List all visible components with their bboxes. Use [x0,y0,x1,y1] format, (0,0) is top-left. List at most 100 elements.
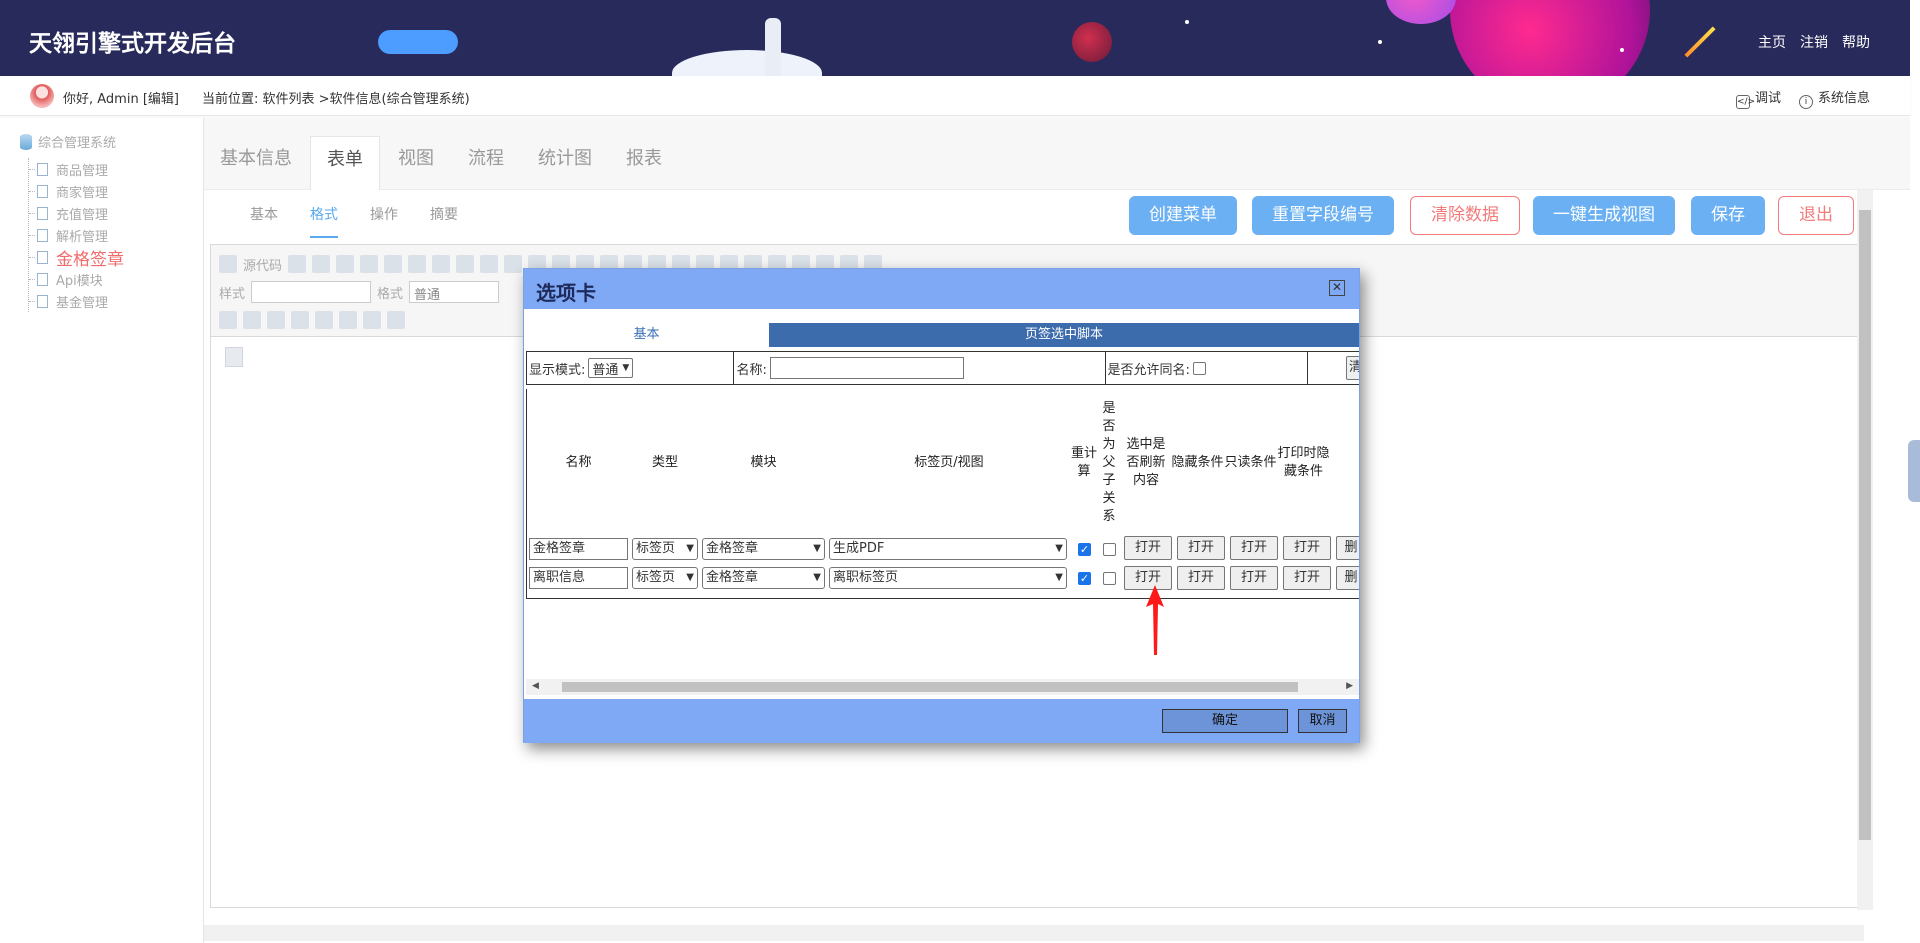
toolbar-row-3 [219,307,405,333]
clear-button[interactable]: 清 [1346,356,1359,380]
undo-icon[interactable] [480,255,499,273]
allow-same-name-label: 是否允许同名: [1107,362,1190,378]
subtab-action[interactable]: 操作 [370,204,398,224]
subtab-basic[interactable]: 基本 [250,204,278,224]
row-name-input[interactable]: 金格签章 [529,538,628,560]
row-view-select[interactable]: 离职标签页 ▼ [829,567,1067,589]
row-module-select[interactable]: 金格签章 ▼ [702,538,825,560]
date-field-icon[interactable] [339,311,357,329]
create-menu-button[interactable]: 创建菜单 [1129,196,1237,235]
recalc-checkbox[interactable]: ✓ [1078,542,1091,556]
cancel-button[interactable]: 取消 [1298,709,1347,733]
horizontal-scrollbar[interactable] [204,925,1864,941]
tab-form[interactable]: 表单 [310,136,380,190]
tab-view[interactable]: 视图 [382,136,450,190]
tree-item-fund[interactable]: 基金管理 [29,290,124,312]
nav-logout[interactable]: 注销 [1800,32,1828,52]
app-title: 天翎引擎式开发后台 [29,31,236,57]
redo-icon[interactable] [504,255,523,273]
row-name-input[interactable]: 离职信息 [529,567,628,589]
col-header-parent-child: 是否为父子关系 [1102,401,1116,524]
readonly-open-button[interactable]: 打开 [1230,566,1278,590]
tab-stats[interactable]: 统计图 [522,136,608,190]
tree-root[interactable]: 综合管理系统 [20,132,116,151]
style-select[interactable] [251,281,372,303]
tree-item-parse[interactable]: 解析管理 [29,224,124,246]
scroll-thumb[interactable] [1859,210,1871,840]
dialog-tab-basic[interactable]: 基本 [524,323,769,347]
scroll-thumb[interactable] [562,682,1298,692]
parent-child-checkbox[interactable] [1103,571,1116,585]
cut-icon[interactable] [360,255,379,273]
print-hide-open-button[interactable]: 打开 [1283,566,1331,590]
row-module-select[interactable]: 金格签章 ▼ [702,567,825,589]
bank-field-icon[interactable] [387,311,405,329]
print-hide-open-button[interactable]: 打开 [1283,536,1331,560]
copy-icon[interactable] [384,255,403,273]
checkbox-field-icon[interactable] [219,311,237,329]
parent-child-checkbox[interactable] [1103,542,1116,556]
tree-item-merchants[interactable]: 商家管理 [29,180,124,202]
save-button[interactable]: 保存 [1691,196,1765,235]
col-header-module: 模块 [750,455,777,470]
tree-item-api[interactable]: Api模块 [29,268,124,290]
format-select[interactable]: 普通 [409,281,500,303]
hide-open-button[interactable]: 打开 [1177,566,1225,590]
scroll-right-icon[interactable]: ▶ [1346,681,1353,691]
subtab-summary[interactable]: 摘要 [430,204,458,224]
chevron-down-icon: ▼ [813,543,821,554]
generate-view-button[interactable]: 一键生成视图 [1533,196,1675,235]
tree-root-label: 综合管理系统 [38,136,117,151]
tab-report[interactable]: 报表 [610,136,678,190]
scroll-left-icon[interactable]: ◀ [532,681,539,691]
clear-data-button[interactable]: 清除数据 [1410,196,1520,235]
chevron-down-icon: ▼ [686,572,694,583]
ok-button[interactable]: 确定 [1162,709,1288,733]
tab-basic-info[interactable]: 基本信息 [204,136,308,190]
avatar[interactable] [30,84,54,108]
paste-word-icon[interactable] [456,255,475,273]
template-icon[interactable] [336,255,355,273]
allow-same-name-checkbox[interactable] [1192,361,1206,375]
source-code-button[interactable]: 源代码 [243,255,282,274]
text-field-icon[interactable] [267,311,285,329]
vertical-scrollbar[interactable] [1857,190,1873,910]
nav-home[interactable]: 主页 [1758,32,1786,52]
textarea-field-icon[interactable] [291,311,309,329]
subtab-format[interactable]: 格式 [310,204,338,238]
greeting[interactable]: 你好, Admin [编辑] [63,88,179,107]
refresh-open-button[interactable]: 打开 [1124,536,1172,560]
row-type-select[interactable]: 标签页 ▼ [632,538,698,560]
close-icon[interactable]: ✕ [1329,280,1345,296]
display-mode-select[interactable]: 普通 ▼ [588,358,634,378]
tab-flow[interactable]: 流程 [452,136,520,190]
reset-field-number-button[interactable]: 重置字段编号 [1252,196,1394,235]
dialog-horizontal-scrollbar[interactable]: ◀ ▶ [526,679,1359,695]
recalc-checkbox[interactable]: ✓ [1078,571,1091,585]
paste-text-icon[interactable] [432,255,451,273]
sysinfo-link[interactable]: i 系统信息 [1798,87,1870,109]
row-type-select[interactable]: 标签页 ▼ [632,567,698,589]
readonly-open-button[interactable]: 打开 [1230,536,1278,560]
table-row: 金格签章 [529,537,628,561]
tree-item-signature[interactable]: 金格签章 [29,246,124,270]
delete-row-button[interactable]: 删 [1336,566,1359,590]
delete-row-button[interactable]: 删 [1336,536,1359,560]
preview-icon[interactable] [312,255,331,273]
new-page-icon[interactable] [288,255,307,273]
name-input[interactable] [769,357,964,379]
collapse-handle[interactable] [1908,440,1920,502]
hide-open-button[interactable]: 打开 [1177,536,1225,560]
tree-item-recharge[interactable]: 充值管理 [29,202,124,224]
paste-icon[interactable] [408,255,427,273]
radio-field-icon[interactable] [243,311,261,329]
tree-field-icon[interactable] [363,311,381,329]
form-field-icon[interactable] [315,311,333,329]
exit-button[interactable]: 退出 [1778,196,1854,235]
debug-link[interactable]: </>调试 [1735,87,1781,109]
row-view-select[interactable]: 生成PDF ▼ [829,538,1067,560]
sidebar-tree: 综合管理系统 商品管理 商家管理 充值管理 解析管理 金格签章 Api模块 基金… [0,118,204,943]
tree-item-goods[interactable]: 商品管理 [29,158,124,180]
nav-help[interactable]: 帮助 [1842,32,1870,52]
dialog-tab-script[interactable]: 页签选中脚本 [769,323,1359,347]
